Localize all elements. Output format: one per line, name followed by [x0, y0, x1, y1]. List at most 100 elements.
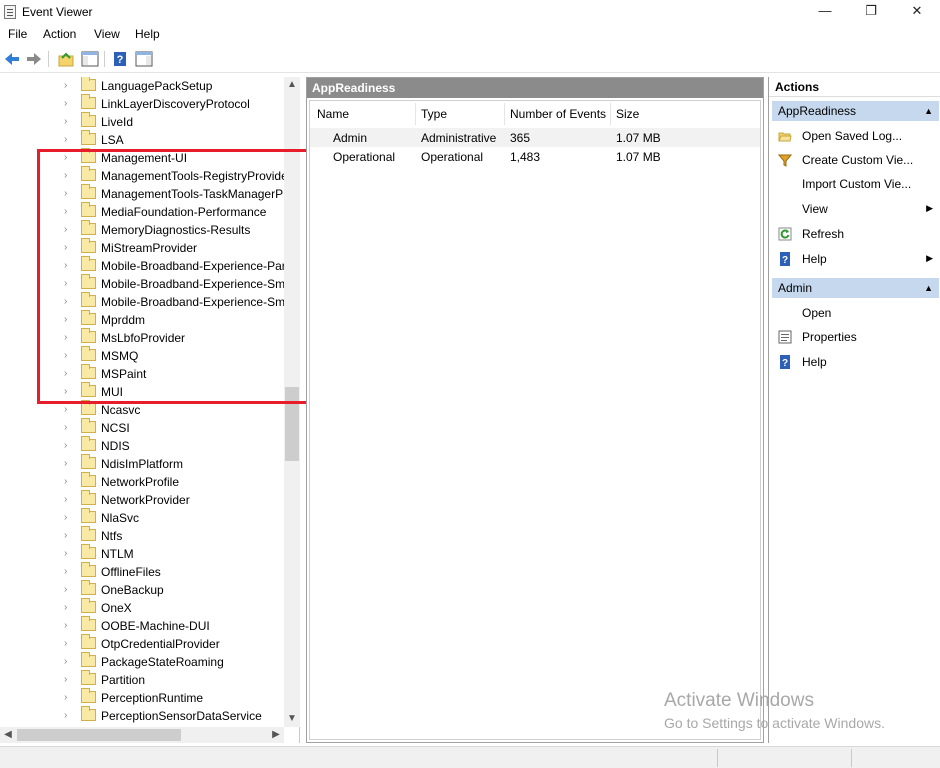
tree-item[interactable]: › NetworkProvider [0, 490, 284, 509]
column-header-type[interactable]: Type [421, 107, 447, 121]
tree-item-label: NlaSvc [101, 511, 140, 525]
expand-arrow-icon[interactable]: › [64, 530, 72, 542]
column-header-number-of-events[interactable]: Number of Events [510, 107, 606, 121]
help-icon[interactable]: ? [110, 49, 130, 69]
action-import-custom-view[interactable]: Import Custom Vie... [772, 172, 939, 196]
scroll-left-icon[interactable]: ◀ [0, 727, 16, 743]
close-button[interactable]: ✕ [894, 0, 940, 24]
scroll-right-icon[interactable]: ▶ [268, 727, 284, 743]
action-create-custom-view[interactable]: Create Custom Vie... [772, 148, 939, 172]
expand-arrow-icon[interactable]: › [64, 602, 72, 614]
expand-arrow-icon[interactable]: › [64, 404, 72, 416]
restore-button[interactable]: ❐ [848, 0, 894, 24]
action-open[interactable]: Open [772, 301, 939, 325]
tree-item[interactable]: › LinkLayerDiscoveryProtocol [0, 94, 284, 113]
tree-item[interactable]: › NTLM [0, 544, 284, 563]
show-hide-actions-icon[interactable] [134, 49, 154, 69]
table-row[interactable]: Operational Operational 1,483 1.07 MB [310, 147, 760, 166]
action-properties[interactable]: Properties [772, 325, 939, 349]
tree-item[interactable]: › LanguagePackSetup [0, 77, 284, 95]
expand-arrow-icon[interactable]: › [64, 656, 72, 668]
tree-item-label: NdisImPlatform [101, 457, 184, 471]
menu-help[interactable]: Help [135, 27, 160, 41]
section-title: AppReadiness [778, 104, 857, 118]
expand-arrow-icon[interactable]: › [64, 458, 72, 470]
section-header-admin[interactable]: Admin ▲ [772, 278, 939, 298]
expand-arrow-icon[interactable]: › [64, 692, 72, 704]
expand-arrow-icon[interactable]: › [64, 134, 72, 146]
collapse-icon[interactable]: ▲ [924, 278, 933, 298]
collapse-icon[interactable]: ▲ [924, 101, 933, 121]
expand-arrow-icon[interactable]: › [64, 620, 72, 632]
expand-arrow-icon[interactable]: › [64, 566, 72, 578]
log-table: Name Type Number of Events Size Admin Ad… [309, 100, 761, 740]
tree-item-label: PerceptionSensorDataService [101, 709, 262, 723]
expand-arrow-icon[interactable]: › [64, 674, 72, 686]
expand-arrow-icon[interactable]: › [64, 494, 72, 506]
expand-arrow-icon[interactable]: › [64, 638, 72, 650]
toolbar-separator [104, 51, 105, 67]
expand-arrow-icon[interactable]: › [64, 710, 72, 722]
folder-icon [81, 580, 96, 595]
section-header-appreadiness[interactable]: AppReadiness ▲ [772, 101, 939, 121]
expand-arrow-icon[interactable]: › [64, 548, 72, 560]
tree-horizontal-scrollbar[interactable]: ◀ ▶ [0, 727, 284, 743]
tree-item[interactable]: › OtpCredentialProvider [0, 634, 284, 653]
tree-item[interactable]: › LiveId [0, 112, 284, 131]
tree-item[interactable]: › OOBE-Machine-DUI [0, 616, 284, 635]
scroll-up-icon[interactable]: ▲ [284, 77, 300, 93]
tree-item-label: OneX [101, 601, 132, 615]
expand-arrow-icon[interactable]: › [64, 422, 72, 434]
tree-item[interactable]: › Ntfs [0, 526, 284, 545]
tree-item[interactable]: › PerceptionRuntime [0, 688, 284, 707]
table-row[interactable]: Admin Administrative 365 1.07 MB [310, 128, 760, 147]
column-divider[interactable] [504, 103, 505, 125]
column-divider[interactable] [610, 103, 611, 125]
tree-item[interactable]: › NCSI [0, 418, 284, 437]
tree-item-label: Ntfs [101, 529, 123, 543]
action-help[interactable]: ? Help ▶ [772, 247, 939, 271]
up-folder-icon[interactable] [56, 49, 76, 69]
menu-view[interactable]: View [94, 27, 120, 41]
action-help-admin[interactable]: ? Help [772, 350, 939, 374]
tree-item[interactable]: › PackageStateRoaming [0, 652, 284, 671]
tree-item[interactable]: › OfflineFiles [0, 562, 284, 581]
activation-watermark-subtitle: Go to Settings to activate Windows. [664, 715, 885, 731]
action-view[interactable]: View ▶ [772, 197, 939, 221]
scroll-thumb[interactable] [17, 729, 181, 741]
menu-action[interactable]: Action [43, 27, 76, 41]
title-bar: Event Viewer — ❐ ✕ [0, 0, 940, 24]
tree-item[interactable]: › OneX [0, 598, 284, 617]
tree-item[interactable]: › NdisImPlatform [0, 454, 284, 473]
tree-item[interactable]: › NDIS [0, 436, 284, 455]
expand-arrow-icon[interactable]: › [64, 440, 72, 452]
action-label: Import Custom Vie... [802, 177, 912, 191]
back-icon[interactable] [2, 49, 22, 69]
tree-item-label: NetworkProvider [101, 493, 190, 507]
expand-arrow-icon[interactable]: › [64, 512, 72, 524]
expand-arrow-icon[interactable]: › [64, 476, 72, 488]
tree-item[interactable]: › LSA [0, 130, 284, 149]
menu-file[interactable]: File [8, 27, 27, 41]
expand-arrow-icon[interactable]: › [64, 116, 72, 128]
action-refresh[interactable]: Refresh [772, 222, 939, 246]
expand-arrow-icon[interactable]: › [64, 584, 72, 596]
tree-item[interactable]: › PerceptionSensorDataService [0, 706, 284, 725]
folder-icon [81, 472, 96, 487]
tree-item[interactable]: › NetworkProfile [0, 472, 284, 491]
tree-item[interactable]: › Partition [0, 670, 284, 689]
show-hide-tree-icon[interactable] [80, 49, 100, 69]
minimize-button[interactable]: — [802, 0, 848, 24]
tree-item[interactable]: › OneBackup [0, 580, 284, 599]
forward-icon[interactable] [24, 49, 44, 69]
expand-arrow-icon[interactable]: › [64, 98, 72, 110]
column-divider[interactable] [415, 103, 416, 125]
action-open-saved-log[interactable]: Open Saved Log... [772, 124, 939, 148]
cell-type: Operational [421, 150, 484, 164]
column-header-size[interactable]: Size [616, 107, 639, 121]
scroll-down-icon[interactable]: ▼ [284, 711, 300, 727]
column-header-name[interactable]: Name [317, 107, 349, 121]
tree-item-label: PerceptionRuntime [101, 691, 204, 705]
expand-arrow-icon[interactable]: › [64, 80, 72, 92]
tree-item[interactable]: › NlaSvc [0, 508, 284, 527]
